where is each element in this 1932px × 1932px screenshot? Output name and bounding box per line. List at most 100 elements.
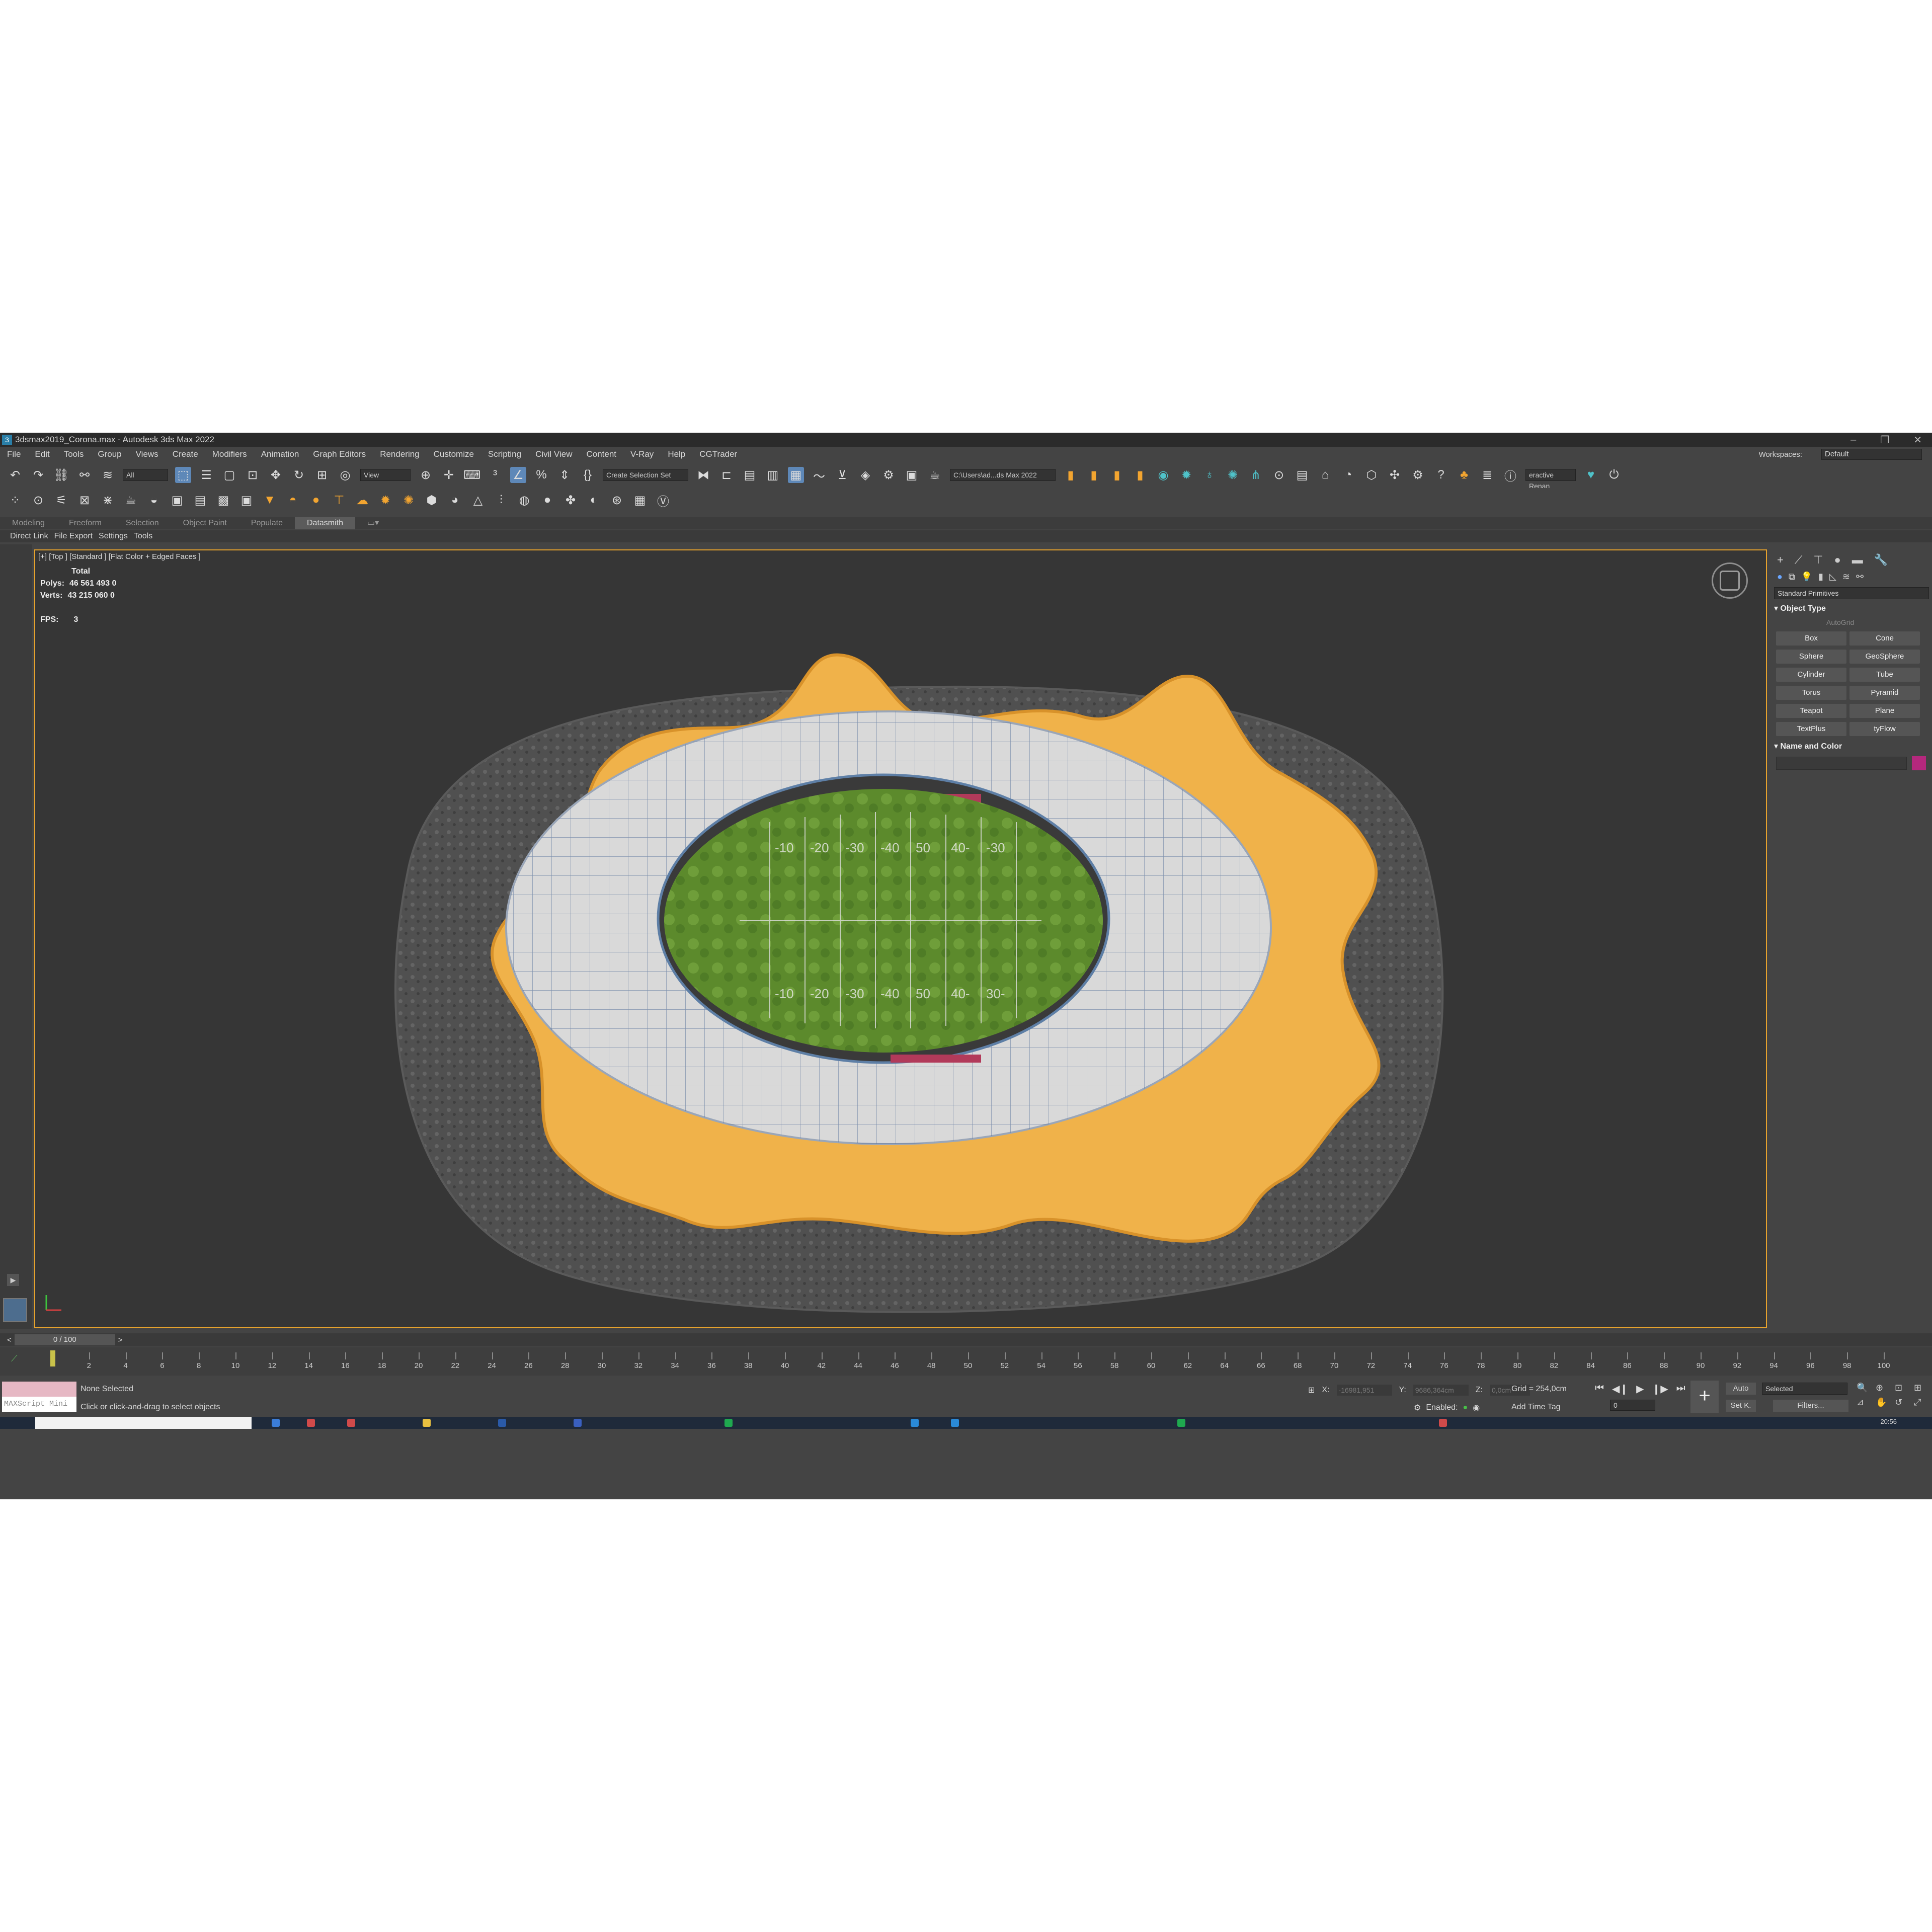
viewport-label[interactable]: [+] [Top ] [Standard ] [Flat Color + Edg… bbox=[38, 552, 201, 561]
motion-tab-icon[interactable]: ● bbox=[1834, 553, 1840, 567]
app-icon[interactable] bbox=[1177, 1419, 1185, 1427]
app-icon[interactable] bbox=[951, 1419, 959, 1427]
menu-cgtrader[interactable]: CGTrader bbox=[699, 449, 737, 459]
maxscript-output[interactable] bbox=[2, 1382, 76, 1397]
utilities-tab-icon[interactable]: 🔧 bbox=[1874, 553, 1888, 567]
primitive-category-select[interactable]: Standard Primitives bbox=[1774, 587, 1929, 599]
workspaces-select[interactable]: Default bbox=[1821, 449, 1922, 460]
layers-icon[interactable]: ▤ bbox=[192, 492, 208, 508]
box-tool-icon[interactable]: ⬢ bbox=[424, 492, 440, 508]
rendered-frame-icon[interactable]: ▣ bbox=[904, 467, 920, 483]
zoom-all-icon[interactable]: ⊕ bbox=[1876, 1383, 1891, 1393]
auto-key-button[interactable]: Auto bbox=[1726, 1383, 1756, 1395]
vray-v-icon[interactable]: Ⓥ bbox=[655, 492, 671, 509]
file-export-button[interactable]: File Export bbox=[54, 532, 93, 541]
cameras-icon[interactable]: ▮ bbox=[1818, 572, 1823, 582]
snaps-toggle-icon[interactable]: ³ bbox=[487, 467, 503, 483]
menu-tools[interactable]: Tools bbox=[64, 449, 84, 459]
info-icon[interactable]: ⓘ bbox=[1502, 467, 1518, 484]
key-filters-button[interactable]: Filters... bbox=[1773, 1400, 1848, 1412]
vray-proxy-icon[interactable]: ⊙ bbox=[1271, 467, 1287, 483]
shapes-icon[interactable]: ⧉ bbox=[1789, 572, 1795, 582]
fur-tool-icon[interactable]: ⫶ bbox=[493, 492, 509, 508]
enabled-indicator-icon[interactable]: ● bbox=[1463, 1403, 1468, 1412]
menu-edit[interactable]: Edit bbox=[35, 449, 49, 459]
project-path-select[interactable]: C:\Users\ad...ds Max 2022 bbox=[950, 469, 1056, 481]
top-viewport[interactable]: -10 -20 -30 -40 50 40- -30 -10 -20 -30 -… bbox=[34, 549, 1767, 1328]
object-name-field[interactable] bbox=[1776, 757, 1907, 770]
list-icon[interactable]: ≣ bbox=[1479, 467, 1495, 483]
app-icon[interactable] bbox=[272, 1419, 280, 1427]
app-icon[interactable] bbox=[498, 1419, 506, 1427]
snap-grid-icon[interactable]: ⋇ bbox=[100, 492, 116, 508]
render-production-icon[interactable]: ☕ bbox=[927, 467, 943, 483]
app-icon[interactable] bbox=[423, 1419, 431, 1427]
zoom-extents-icon[interactable]: ⊡ bbox=[1895, 1383, 1910, 1393]
add-time-tag[interactable]: Add Time Tag bbox=[1511, 1403, 1561, 1412]
mirror-icon[interactable]: ⧓ bbox=[695, 467, 711, 483]
reference-coord-select[interactable]: View bbox=[360, 469, 411, 481]
prev-frame-icon[interactable]: ◀❙ bbox=[1612, 1383, 1628, 1395]
scale-icon[interactable]: ⊞ bbox=[314, 467, 330, 483]
tab-datasmith[interactable]: Datasmith bbox=[295, 517, 356, 529]
vray-frame-buffer-icon[interactable]: ▮ bbox=[1086, 467, 1102, 483]
sphere-button[interactable]: Sphere bbox=[1776, 650, 1846, 664]
vray-fur-icon[interactable]: ⋔ bbox=[1248, 467, 1264, 483]
angle-snap-icon[interactable]: ∠ bbox=[510, 467, 526, 483]
sphere-tool-icon[interactable]: ◕ bbox=[447, 492, 463, 508]
app-icon[interactable] bbox=[574, 1419, 582, 1427]
vray-lister-icon[interactable]: ▮ bbox=[1109, 467, 1125, 483]
track-bar[interactable]: ⟋ 2 4 6 8 10 12 14 16 18 20 22 24 26 28 30 32 34 36 38 40 42… bbox=[0, 1347, 1932, 1376]
pyramid-button[interactable]: Pyramid bbox=[1849, 686, 1920, 700]
render-setup-icon[interactable]: ⚙ bbox=[880, 467, 897, 483]
percent-snap-icon[interactable]: % bbox=[533, 467, 549, 483]
forest-icon[interactable]: ♣ bbox=[1456, 467, 1472, 483]
systems-icon[interactable]: ⚯ bbox=[1856, 572, 1864, 582]
vray-sun-icon[interactable]: ✺ bbox=[1225, 467, 1241, 483]
app-icon[interactable] bbox=[1439, 1419, 1447, 1427]
isolate-icon[interactable]: ◉ bbox=[1473, 1403, 1480, 1413]
tab-populate[interactable]: Populate bbox=[239, 517, 295, 529]
help-icon[interactable]: ? bbox=[1433, 467, 1449, 483]
menu-content[interactable]: Content bbox=[586, 449, 616, 459]
move-icon[interactable]: ✥ bbox=[268, 467, 284, 483]
autogrid-checkbox[interactable]: AutoGrid bbox=[1826, 618, 1932, 626]
layer-explorer-icon[interactable]: ▤ bbox=[742, 467, 758, 483]
zoom-icon[interactable]: 🔍 bbox=[1857, 1383, 1872, 1393]
converter-icon[interactable]: ◐ bbox=[586, 492, 602, 508]
align-icon[interactable]: ⊏ bbox=[718, 467, 735, 483]
time-slider-thumb[interactable]: 0 / 100 bbox=[14, 1334, 115, 1345]
hierarchy-tab-icon[interactable]: ⊤ bbox=[1813, 553, 1823, 567]
vray-mesh-icon[interactable]: ⬡ bbox=[1363, 467, 1380, 483]
curve-editor-icon[interactable]: 〜 bbox=[811, 467, 827, 484]
named-selection-set-select[interactable]: Create Selection Set bbox=[603, 469, 688, 481]
x-coordinate-field[interactable]: -16981,951 bbox=[1336, 1385, 1392, 1396]
bind-space-warp-icon[interactable]: ≋ bbox=[100, 467, 116, 483]
selection-filter-select[interactable]: All bbox=[123, 469, 168, 481]
tab-modeling[interactable]: Modeling bbox=[0, 517, 57, 529]
goto-end-icon[interactable]: ⏭ bbox=[1676, 1383, 1685, 1395]
time-prev-button[interactable]: < bbox=[7, 1336, 12, 1344]
box-button[interactable]: Box bbox=[1776, 631, 1846, 646]
teapot-button[interactable]: Teapot bbox=[1776, 704, 1846, 718]
select-by-name-icon[interactable]: ☰ bbox=[198, 467, 214, 483]
space-warps-icon[interactable]: ≋ bbox=[1842, 572, 1850, 582]
lock-selection-icon[interactable]: ⊞ bbox=[1308, 1385, 1315, 1395]
current-frame-field[interactable]: 0 bbox=[1610, 1400, 1655, 1411]
scene-explorer-icon[interactable]: ▥ bbox=[765, 467, 781, 483]
menu-group[interactable]: Group bbox=[98, 449, 121, 459]
zoom-extents-all-icon[interactable]: ⊞ bbox=[1914, 1383, 1929, 1393]
pan-icon[interactable]: ✋ bbox=[1876, 1397, 1891, 1408]
unlink-icon[interactable]: ⚯ bbox=[76, 467, 93, 483]
tools-button[interactable]: Tools bbox=[134, 532, 152, 541]
link-icon[interactable]: ⛓ bbox=[53, 467, 69, 483]
select-object-icon[interactable]: ⬚ bbox=[175, 467, 191, 483]
interactive-render-label[interactable]: eractive Renan bbox=[1525, 469, 1576, 490]
snap-vertex-icon[interactable]: ⁘ bbox=[7, 492, 23, 508]
menu-customize[interactable]: Customize bbox=[434, 449, 474, 459]
tube-button[interactable]: Tube bbox=[1849, 668, 1920, 682]
maxscript-mini-input[interactable]: MAXScript Mini bbox=[2, 1397, 76, 1412]
ies-light-icon[interactable]: ☁ bbox=[354, 492, 370, 508]
maxscript-listener[interactable]: MAXScript Mini bbox=[2, 1382, 76, 1412]
omni-light-icon[interactable]: ✺ bbox=[400, 492, 417, 508]
